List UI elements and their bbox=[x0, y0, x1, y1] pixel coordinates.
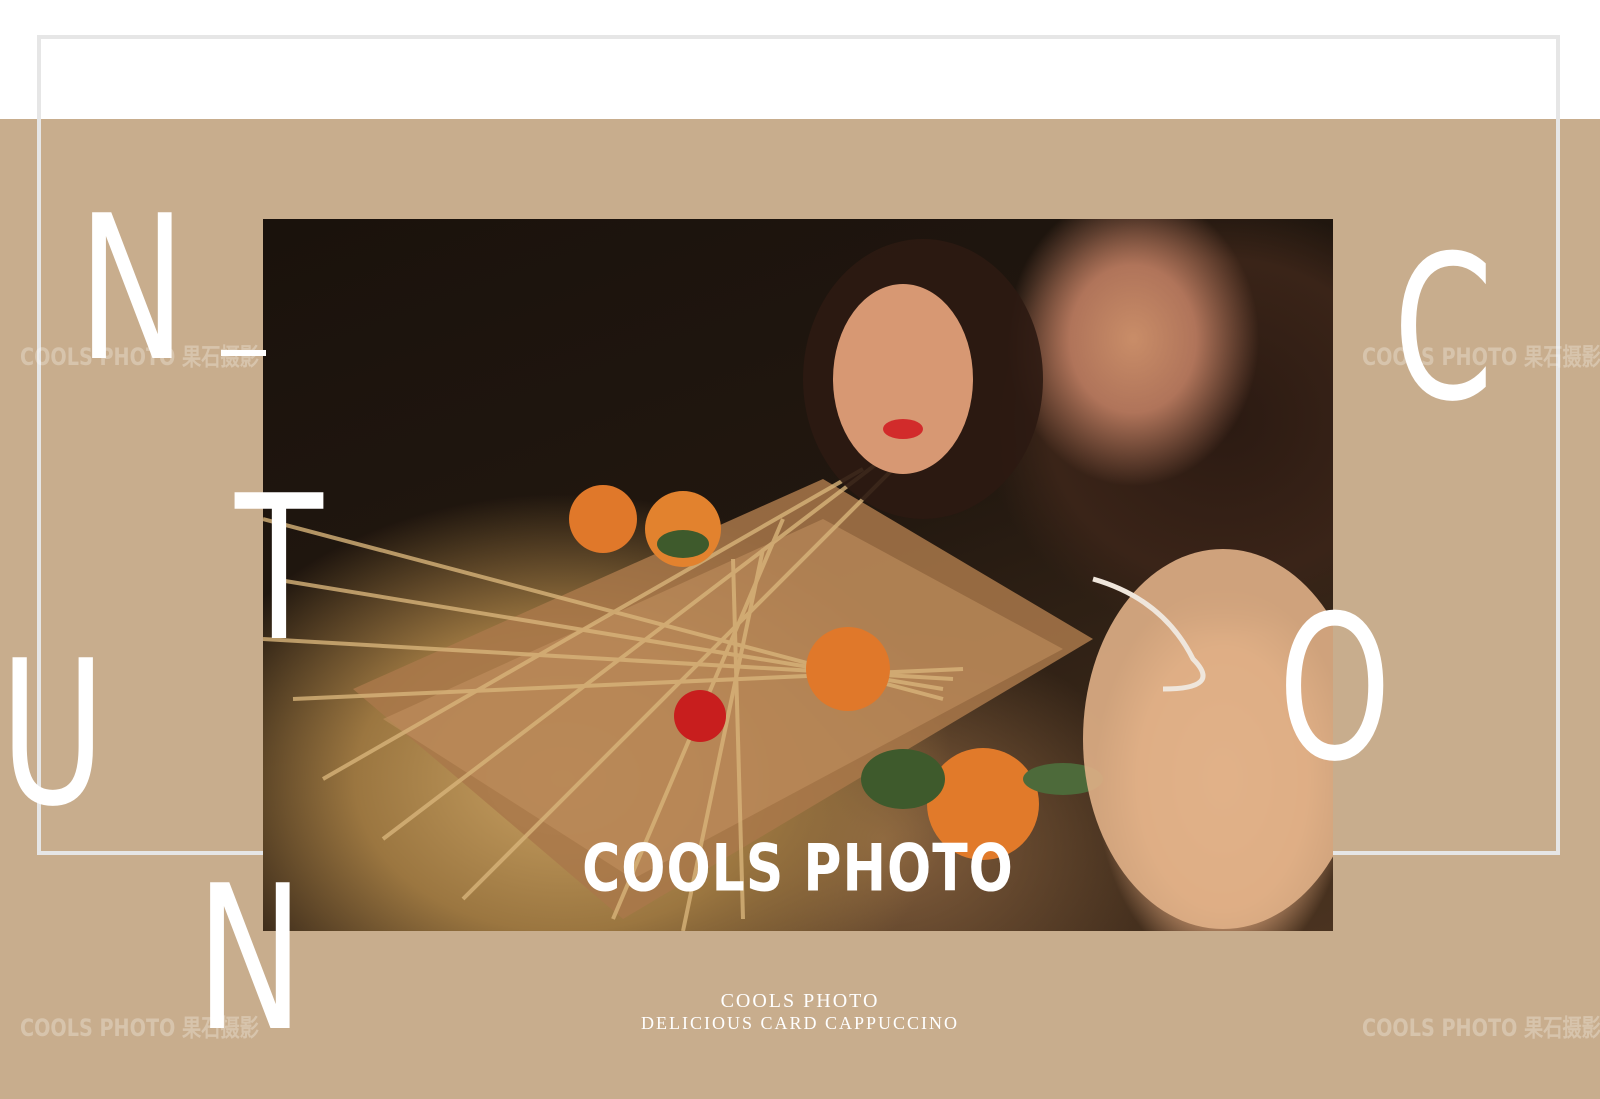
letter-t: T bbox=[235, 453, 323, 686]
face bbox=[833, 284, 973, 474]
letter-u: U bbox=[0, 618, 106, 851]
letter-o: O bbox=[1278, 573, 1392, 806]
cherry bbox=[674, 690, 726, 742]
watermark-left-top: COOLS PHOTO 果石摄影 bbox=[20, 343, 259, 371]
leaf bbox=[657, 530, 709, 558]
orange bbox=[806, 627, 890, 711]
photo-illustration bbox=[263, 239, 1333, 931]
photo-caption: COOLS PHOTO bbox=[582, 831, 1014, 907]
footer-line-2: DELICIOUS CARD CAPPUCCINO bbox=[640, 1013, 960, 1033]
leaf bbox=[861, 749, 945, 809]
watermark-right-top: COOLS PHOTO 果石摄影 bbox=[1362, 343, 1600, 371]
portrait-photo: COOLS PHOTO bbox=[263, 219, 1333, 931]
lips bbox=[883, 419, 923, 439]
footer-line-1: COOLS PHOTO bbox=[720, 990, 880, 1012]
letter-c: C bbox=[1393, 213, 1494, 446]
orange bbox=[569, 485, 637, 553]
